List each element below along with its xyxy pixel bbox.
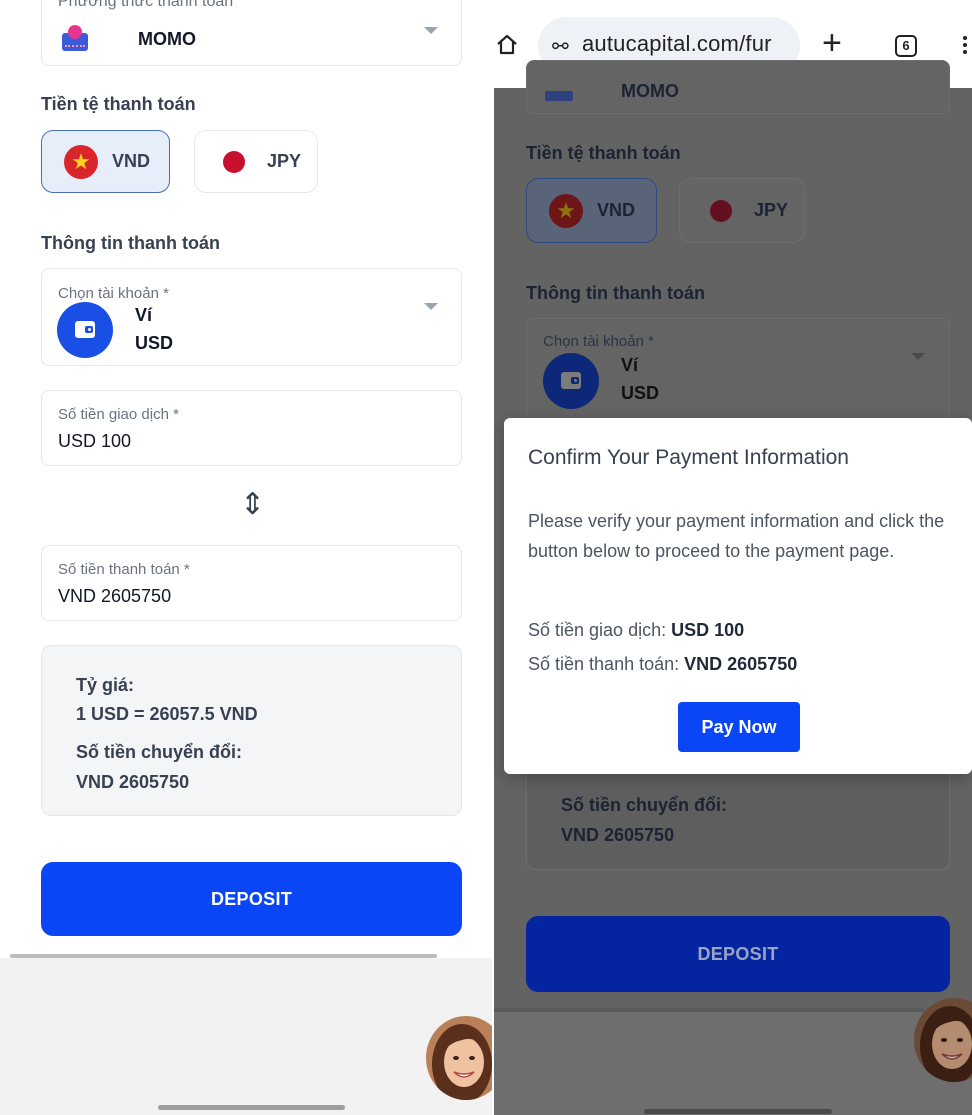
japan-flag-icon [710, 199, 732, 222]
account-select: Chọn tài khoản * Ví USD [526, 318, 950, 428]
account-select[interactable]: Chọn tài khoản * Ví USD [41, 268, 462, 366]
vietnam-flag-icon [549, 193, 583, 228]
account-currency: USD [621, 383, 660, 403]
rate-label: Tỷ giá: [76, 675, 135, 695]
payment-method-select: MOMO [526, 60, 950, 114]
payment-method-select[interactable]: Phương thức thanh toán MOMO [41, 0, 462, 66]
account-label: Chọn tài khoản * [58, 285, 169, 302]
confirm-payment-dialog: Confirm Your Payment Information Please … [504, 418, 972, 774]
transaction-amount-label: Số tiền giao dịch * [58, 406, 179, 423]
info-section-title: Thông tin thanh toán [526, 283, 705, 303]
dialog-transaction-value: USD 100 [671, 620, 745, 640]
gesture-bar [158, 1105, 345, 1110]
currency-section-title: Tiền tệ thanh toán [526, 143, 681, 163]
transaction-amount-field[interactable]: Số tiền giao dịch * USD 100 [41, 390, 462, 466]
swap-icon[interactable]: ⇕ [240, 490, 265, 520]
converted-label: Số tiền chuyển đổi: [76, 742, 243, 762]
exchange-rate-box: Tỷ giá: 1 USD = 26057.5 VND Số tiền chuy… [41, 645, 462, 816]
dialog-payment-value: VND 2605750 [684, 654, 798, 674]
deposit-button[interactable]: DEPOSIT [41, 862, 462, 936]
page-background [494, 1012, 972, 1115]
payment-amount-field[interactable]: Số tiền thanh toán * VND 2605750 [41, 545, 462, 621]
vietnam-flag-icon [64, 144, 98, 179]
payment-method-value: MOMO [138, 29, 196, 49]
wallet-icon [57, 302, 113, 358]
dialog-transaction-label: Số tiền giao dịch: [528, 620, 667, 640]
dialog-title: Confirm Your Payment Information [528, 446, 849, 469]
payment-method-label: Phương thức thanh toán [58, 0, 234, 10]
payment-amount-label: Số tiền thanh toán * [58, 561, 190, 578]
wallet-icon [543, 353, 599, 409]
currency-option-jpy[interactable]: JPY [194, 130, 318, 193]
currency-option-vnd[interactable]: VND [41, 130, 170, 193]
site-settings-icon[interactable]: ⚯ [552, 34, 569, 59]
currency-option-jpy: JPY [679, 178, 805, 243]
gesture-bar [644, 1109, 832, 1114]
account-currency: USD [135, 333, 174, 353]
tab-switcher-icon[interactable]: 6 [895, 35, 917, 57]
currency-label-jpy: JPY [267, 151, 302, 171]
account-name: Ví [621, 355, 639, 375]
momo-icon [545, 91, 573, 101]
chevron-down-icon [911, 353, 925, 360]
more-menu-icon[interactable] [963, 36, 969, 58]
info-section-title: Thông tin thanh toán [41, 233, 220, 253]
dialog-body: Please verify your payment information a… [528, 511, 945, 561]
right-screen: ⚯ autucapital.com/fur + 6 MOMO Tiền tệ t… [494, 0, 972, 1115]
dialog-payment-line: Số tiền thanh toán: VND 2605750 [528, 654, 797, 675]
payment-form-sheet: Phương thức thanh toán MOMO Tiền tệ than… [0, 0, 492, 958]
rate-value: 1 USD = 26057.5 VND [76, 704, 258, 724]
converted-value: VND 2605750 [76, 772, 190, 792]
chevron-down-icon [424, 303, 438, 310]
dialog-payment-label: Số tiền thanh toán: [528, 654, 680, 674]
converted-value: VND 2605750 [561, 825, 675, 845]
left-screen: Phương thức thanh toán MOMO Tiền tệ than… [0, 0, 492, 1115]
payment-method-value: MOMO [621, 81, 679, 101]
home-icon[interactable] [496, 33, 518, 55]
account-name: Ví [135, 305, 153, 325]
japan-flag-icon [223, 150, 245, 173]
url-text: autucapital.com/fur [582, 31, 772, 56]
momo-icon [60, 25, 90, 53]
currency-label-vnd: VND [112, 151, 151, 171]
account-label: Chọn tài khoản * [543, 333, 654, 350]
page-background [0, 958, 492, 1115]
new-tab-icon[interactable]: + [822, 26, 842, 60]
pay-now-button[interactable]: Pay Now [678, 702, 800, 752]
dialog-transaction-line: Số tiền giao dịch: USD 100 [528, 620, 744, 641]
transaction-amount-value: USD 100 [58, 431, 132, 451]
converted-label: Số tiền chuyển đổi: [561, 795, 728, 815]
chevron-down-icon [424, 27, 438, 34]
currency-section-title: Tiền tệ thanh toán [41, 94, 196, 114]
currency-label-jpy: JPY [754, 200, 789, 220]
payment-amount-value: VND 2605750 [58, 586, 172, 606]
currency-label-vnd: VND [597, 200, 636, 220]
currency-option-vnd: VND [526, 178, 657, 243]
deposit-button: DEPOSIT [526, 916, 950, 992]
